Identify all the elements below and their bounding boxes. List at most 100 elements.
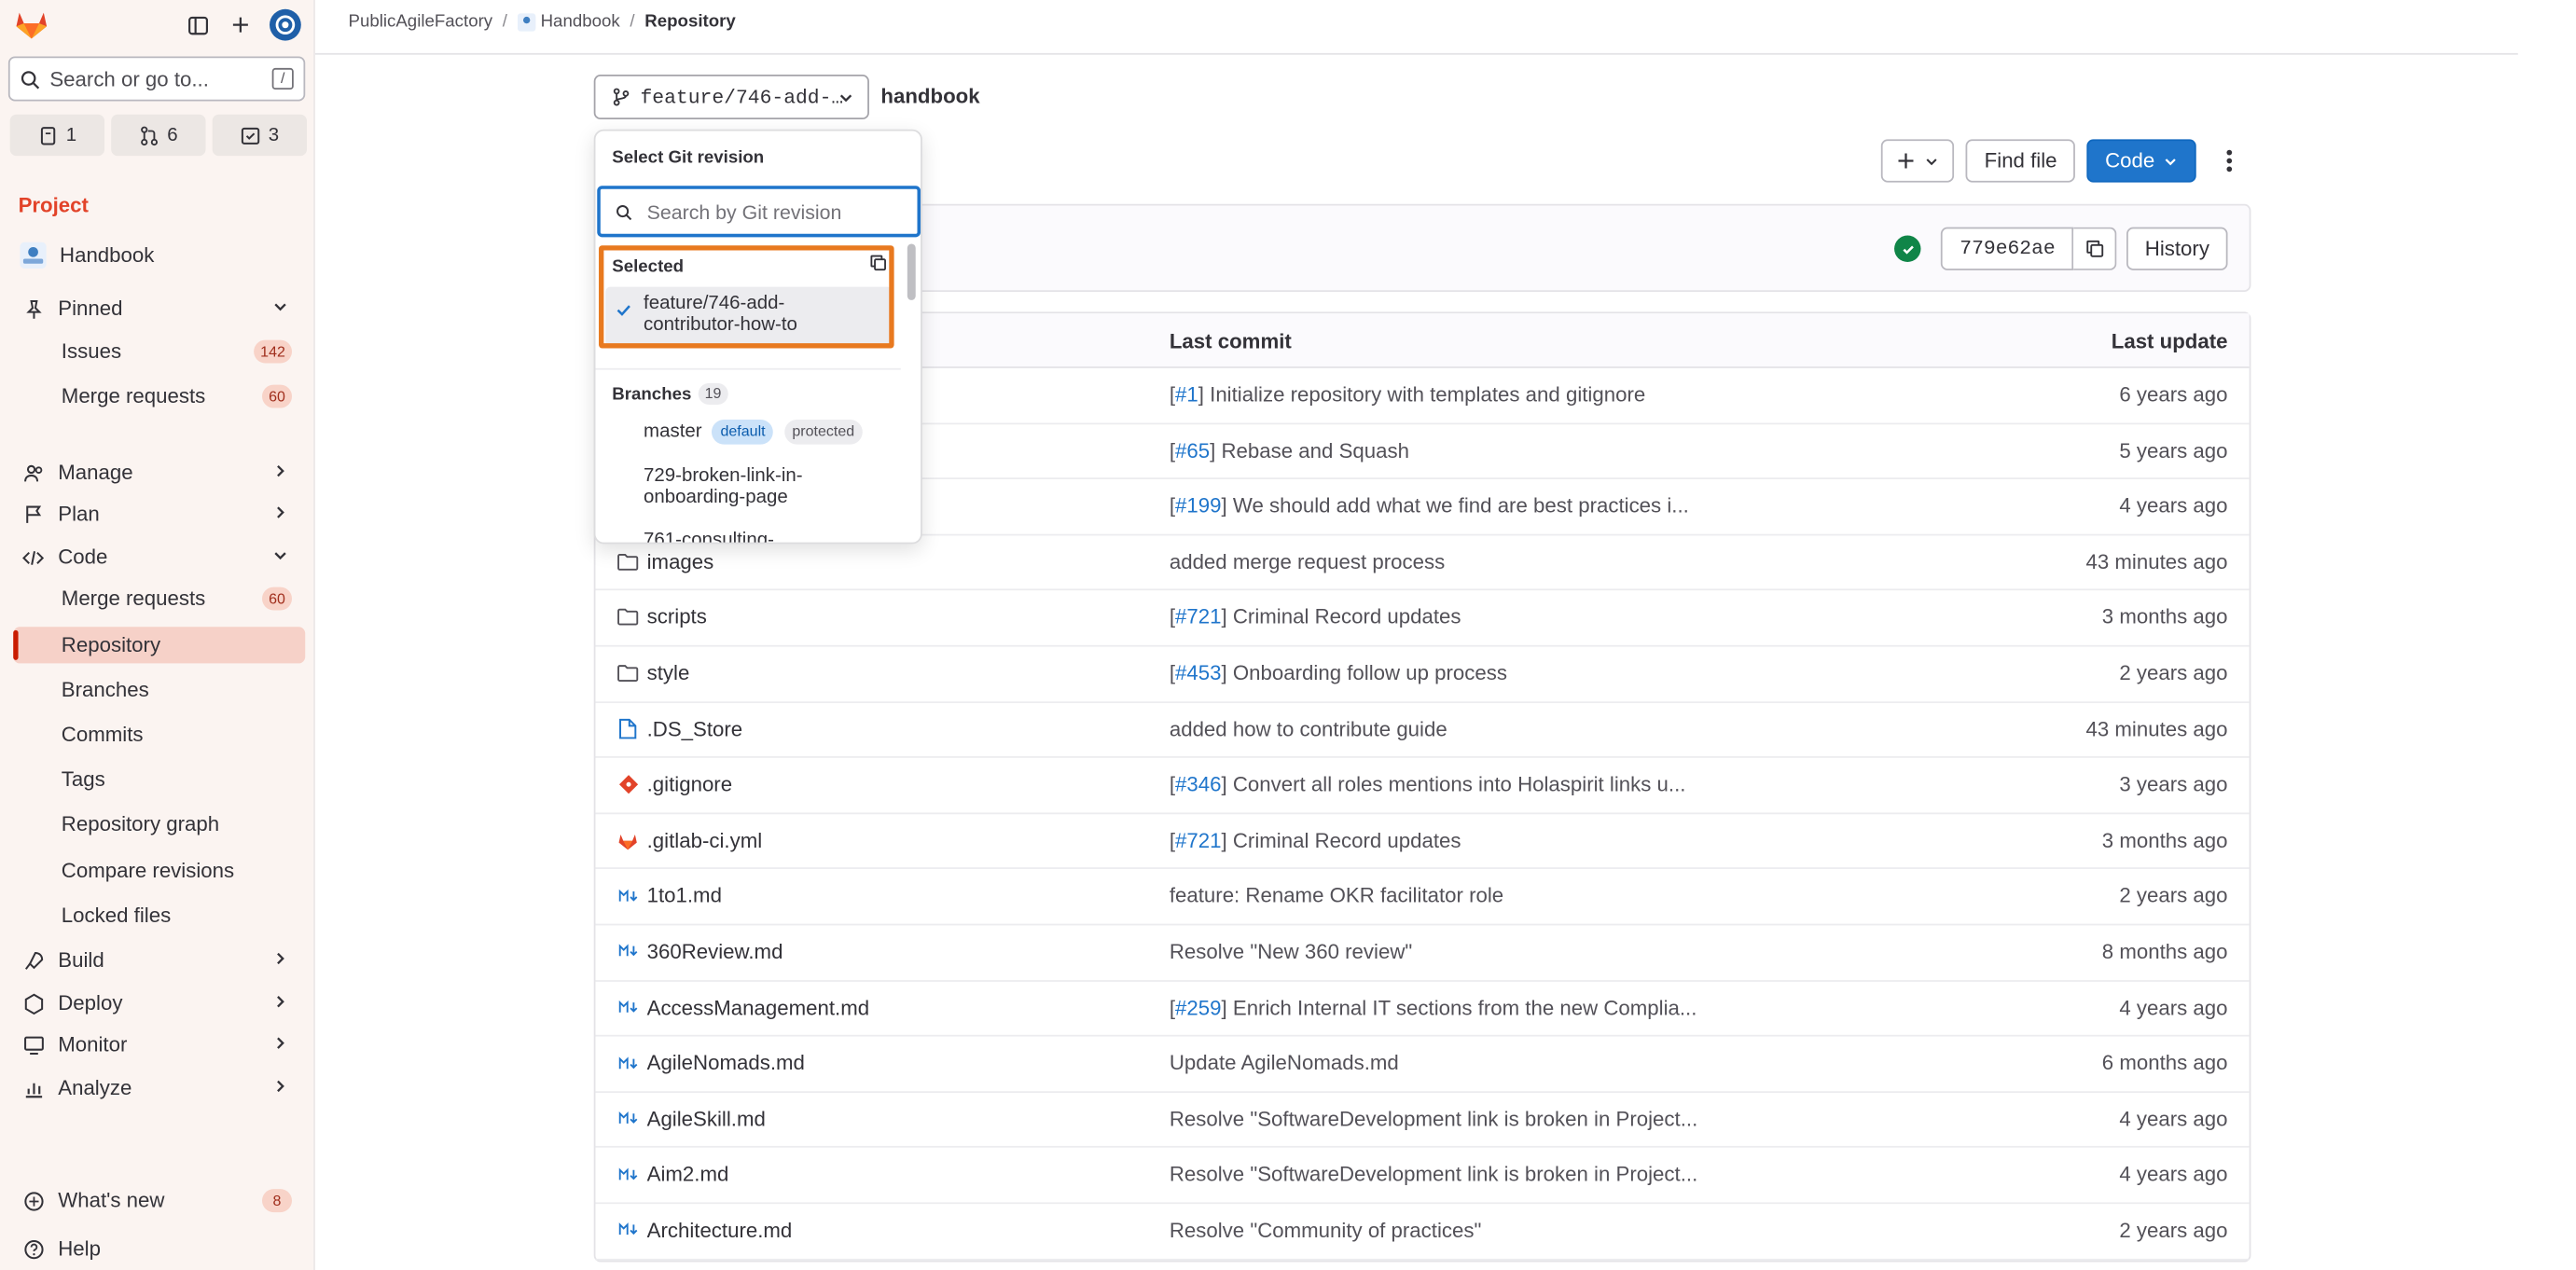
- file-name-cell[interactable]: .gitlab-ci.yml: [617, 829, 762, 852]
- dropdown-scrollbar[interactable]: [907, 243, 916, 300]
- repo-name-link[interactable]: handbook: [880, 85, 979, 108]
- table-row[interactable]: AgileSkill.md Resolve "SoftwareDevelopmen…: [595, 1093, 2250, 1149]
- commit-message-cell[interactable]: [#721] Criminal Record updates: [1170, 606, 1461, 629]
- commit-message-cell[interactable]: [#1] Initialize repository with template…: [1170, 383, 1645, 407]
- table-row[interactable]: .gitlab-ci.yml [#721] Criminal Record upd…: [595, 814, 2250, 870]
- revision-search-input[interactable]: Search by Git revision: [597, 186, 921, 238]
- file-name-cell[interactable]: AccessManagement.md: [617, 996, 869, 1019]
- commit-message-cell[interactable]: Resolve "New 360 review": [1170, 940, 1412, 963]
- commit-message: Initialize repository with templates and…: [1210, 382, 1646, 407]
- issues-counter[interactable]: 1: [9, 114, 105, 157]
- whats-new-button[interactable]: What's new 8: [13, 1182, 305, 1219]
- add-dropdown-button[interactable]: [1881, 139, 1955, 183]
- sidebar-item-branches[interactable]: Branches: [13, 671, 305, 708]
- issue-ref-link[interactable]: #721: [1175, 606, 1221, 629]
- issue-ref-link[interactable]: #65: [1175, 439, 1210, 462]
- table-row[interactable]: .gitignore [#346] Convert all roles menti…: [595, 758, 2250, 814]
- issue-ref-link[interactable]: #721: [1175, 829, 1221, 852]
- branch-selector-button[interactable]: feature/746-add-…: [593, 75, 869, 120]
- commit-sha[interactable]: 779e62ae: [1941, 227, 2074, 270]
- branch-item[interactable]: 729-broken-link-in-onboarding-page: [644, 466, 842, 509]
- branch-item[interactable]: master default protected: [644, 419, 893, 445]
- sidebar-item-code[interactable]: Code: [13, 539, 305, 575]
- breadcrumb-project[interactable]: Handbook: [541, 11, 620, 31]
- file-name-cell[interactable]: 360Review.md: [617, 940, 782, 963]
- commit-message-cell[interactable]: [#199] We should add what we find are be…: [1170, 494, 1689, 518]
- sidebar-item-deploy[interactable]: Deploy: [13, 985, 305, 1021]
- sidebar-item-manage[interactable]: Manage: [13, 454, 305, 490]
- sidebar-item-tags[interactable]: Tags: [13, 761, 305, 797]
- branch-item[interactable]: 761-consulting-: [644, 531, 842, 542]
- table-row[interactable]: scripts [#721] Criminal Record updates 3 m…: [595, 591, 2250, 647]
- file-name-cell[interactable]: Architecture.md: [617, 1219, 792, 1242]
- file-name-cell[interactable]: scripts: [617, 606, 707, 629]
- more-actions-icon[interactable]: [2208, 139, 2251, 182]
- gitlab-logo-icon[interactable]: [13, 7, 49, 43]
- commit-message-cell[interactable]: feature: Rename OKR facilitator role: [1170, 885, 1503, 908]
- todos-counter[interactable]: 3: [212, 114, 308, 157]
- commit-message-cell[interactable]: Resolve "SoftwareDevelopment link is bro…: [1170, 1163, 1697, 1186]
- table-row[interactable]: 360Review.md Resolve "New 360 review" 8 mo…: [595, 925, 2250, 982]
- commit-message-cell[interactable]: added merge request process: [1170, 550, 1445, 573]
- merge-requests-counter[interactable]: 6: [111, 114, 206, 157]
- code-dropdown-button[interactable]: Code: [2086, 139, 2196, 183]
- commit-message-cell[interactable]: [#259] Enrich Internal IT sections from …: [1170, 996, 1697, 1019]
- commit-message-cell[interactable]: Resolve "SoftwareDevelopment link is bro…: [1170, 1108, 1697, 1131]
- help-button[interactable]: Help: [13, 1231, 305, 1267]
- issue-ref-link[interactable]: #1: [1175, 383, 1198, 407]
- sidebar-item-monitor[interactable]: Monitor: [13, 1027, 305, 1063]
- table-row[interactable]: AgileNomads.md Update AgileNomads.md 6 mon…: [595, 1037, 2250, 1093]
- plus-icon[interactable]: [226, 10, 256, 40]
- table-row[interactable]: style [#453] Onboarding follow up process…: [595, 647, 2250, 703]
- sidebar-item-analyze[interactable]: Analyze: [13, 1070, 305, 1106]
- file-name-cell[interactable]: .gitignore: [617, 773, 732, 796]
- last-update-cell: 4 years ago: [2119, 494, 2228, 518]
- table-row[interactable]: AccessManagement.md [#259] Enrich Interna…: [595, 981, 2250, 1037]
- sidebar-item-merge-requests[interactable]: Merge requests 60: [13, 378, 305, 414]
- gitlab-icon: [617, 830, 639, 851]
- sidebar-toggle-icon[interactable]: [183, 10, 213, 40]
- file-name-cell[interactable]: style: [617, 662, 689, 684]
- file-name-cell[interactable]: AgileSkill.md: [617, 1108, 766, 1130]
- avatar[interactable]: [269, 8, 302, 42]
- issue-ref-link[interactable]: #259: [1175, 996, 1221, 1019]
- commit-message-cell[interactable]: [#721] Criminal Record updates: [1170, 829, 1461, 852]
- sidebar-project-handbook[interactable]: Handbook: [13, 237, 305, 273]
- file-name-cell[interactable]: 1to1.md: [617, 885, 722, 907]
- issue-ref-link[interactable]: #199: [1175, 494, 1221, 518]
- history-button[interactable]: History: [2126, 227, 2228, 270]
- file-name-cell[interactable]: AgileNomads.md: [617, 1052, 805, 1075]
- commit-message-cell[interactable]: [#346] Convert all roles mentions into H…: [1170, 773, 1686, 796]
- table-row[interactable]: Architecture.md Resolve "Community of pra…: [595, 1204, 2250, 1260]
- file-name-cell[interactable]: Aim2.md: [617, 1163, 728, 1186]
- issue-ref-link[interactable]: #346: [1175, 773, 1221, 796]
- commit-message-cell[interactable]: [#453] Onboarding follow up process: [1170, 662, 1507, 685]
- sidebar-item-repository[interactable]: Repository: [13, 627, 306, 664]
- sidebar-item-code-merge-requests[interactable]: Merge requests 60: [13, 580, 305, 616]
- file-name-cell[interactable]: images: [617, 550, 713, 573]
- breadcrumb-group[interactable]: PublicAgileFactory: [348, 11, 492, 31]
- search-input[interactable]: Search or go to... /: [7, 56, 306, 102]
- file-name-cell[interactable]: .DS_Store: [617, 717, 742, 740]
- table-row[interactable]: Aim2.md Resolve "SoftwareDevelopment link…: [595, 1148, 2250, 1205]
- sidebar-item-repository-graph[interactable]: Repository graph: [13, 806, 305, 842]
- sidebar-item-locked-files[interactable]: Locked files: [13, 897, 305, 933]
- copy-sha-icon[interactable]: [2073, 227, 2117, 270]
- issue-ref-link[interactable]: #453: [1175, 662, 1221, 685]
- sidebar-item-plan[interactable]: Plan: [13, 496, 305, 532]
- commit-message-cell[interactable]: [#65] Rebase and Squash: [1170, 439, 1409, 462]
- table-row[interactable]: .DS_Store added how to contribute guide 43…: [595, 702, 2250, 759]
- breadcrumb-current[interactable]: Repository: [644, 11, 736, 31]
- commit-message-cell[interactable]: added how to contribute guide: [1170, 717, 1447, 740]
- sidebar-item-build[interactable]: Build: [13, 942, 305, 978]
- commit-message-cell[interactable]: Update AgileNomads.md: [1170, 1052, 1399, 1075]
- find-file-button[interactable]: Find file: [1966, 139, 2076, 183]
- sidebar-item-commits[interactable]: Commits: [13, 716, 305, 752]
- sidebar-item-pinned[interactable]: Pinned: [13, 290, 305, 326]
- sidebar-item-compare-revisions[interactable]: Compare revisions: [13, 852, 305, 889]
- sidebar-item-issues[interactable]: Issues 142: [13, 333, 305, 369]
- pipeline-success-icon[interactable]: [1894, 235, 1922, 263]
- table-row[interactable]: 1to1.md feature: Rename OKR facilitator r…: [595, 870, 2250, 926]
- commit-message-cell[interactable]: Resolve "Community of practices": [1170, 1219, 1482, 1242]
- sidebar-item-label: Deploy: [58, 991, 123, 1015]
